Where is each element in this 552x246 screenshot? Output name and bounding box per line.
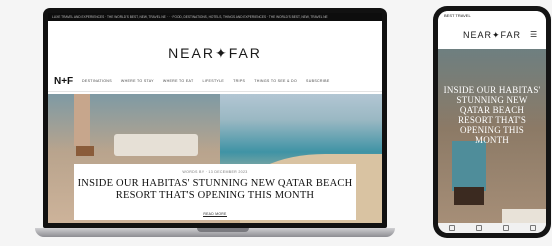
monogram-logo[interactable]: N+F — [54, 76, 82, 87]
nav-item-destinations[interactable]: DESTINATIONS — [82, 79, 112, 83]
phone-mockup: BEST TRAVEL NEAR✦FAR ☰ INSIDE OUR HABITA… — [433, 6, 551, 238]
article-card[interactable]: WORDS BY · 13 DECEMBER 2023 INSIDE OUR H… — [74, 164, 356, 220]
article-title-line-2: RESORT THAT'S OPENING THIS MONTH — [115, 190, 315, 201]
phone-tab-icon-3[interactable] — [502, 225, 509, 231]
phone-tab-icon-2[interactable] — [475, 225, 482, 231]
phone-site-logo[interactable]: NEAR✦FAR — [463, 30, 521, 41]
phone-status-bar: BEST TRAVEL — [438, 11, 546, 21]
nav-item-where-to-stay[interactable]: WHERE TO STAY — [121, 79, 154, 83]
phone-hero-image[interactable]: INSIDE OUR HABITAS' STUNNING NEW QATAR B… — [438, 49, 546, 227]
phone-screen: BEST TRAVEL NEAR✦FAR ☰ INSIDE OUR HABITA… — [438, 11, 546, 233]
phone-bottom-bar — [438, 223, 546, 233]
laptop-notch — [197, 228, 249, 232]
nav-item-subscribe[interactable]: SUBSCRIBE — [306, 79, 329, 83]
nav-item-where-to-eat[interactable]: WHERE TO EAT — [163, 79, 194, 83]
hamburger-menu-icon[interactable]: ☰ — [530, 31, 540, 39]
phone-tab-icon-4[interactable] — [529, 225, 536, 231]
phone-header: NEAR✦FAR ☰ — [438, 21, 546, 49]
phone-hero-chair — [454, 187, 484, 205]
phone-hero-window — [452, 141, 486, 191]
laptop-screen: LUXE TRAVEL AND EXPERIENCES · THE WORLD'… — [48, 13, 382, 223]
ticker-bar: LUXE TRAVEL AND EXPERIENCES · THE WORLD'… — [48, 13, 382, 21]
article-title-line-1: INSIDE OUR HABITAS' STUNNING NEW QATAR B… — [77, 178, 353, 189]
room-pillar — [74, 94, 90, 146]
site-logo[interactable]: NEAR✦FAR — [48, 45, 382, 65]
room-table — [76, 146, 94, 156]
laptop-mockup: LUXE TRAVEL AND EXPERIENCES · THE WORLD'… — [35, 8, 395, 237]
nav-item-things-to-see[interactable]: THINGS TO SEE & DO — [254, 79, 297, 83]
laptop-bezel: LUXE TRAVEL AND EXPERIENCES · THE WORLD'… — [43, 8, 387, 228]
read-more-link[interactable]: READ MORE — [203, 212, 227, 217]
main-nav: N+F DESTINATIONS WHERE TO STAY WHERE TO … — [48, 71, 382, 92]
nav-item-lifestyle[interactable]: LIFESTYLE — [202, 79, 224, 83]
nav-items: DESTINATIONS WHERE TO STAY WHERE TO EAT … — [82, 79, 330, 83]
nav-item-trips[interactable]: TRIPS — [233, 79, 245, 83]
phone-tab-icon-1[interactable] — [448, 225, 455, 231]
phone-article-title[interactable]: INSIDE OUR HABITAS' STUNNING NEW QATAR B… — [442, 85, 542, 145]
hero-image[interactable]: WORDS BY · 13 DECEMBER 2023 INSIDE OUR H… — [48, 94, 382, 223]
article-meta: WORDS BY · 13 DECEMBER 2023 — [182, 170, 248, 174]
room-daybed — [114, 134, 198, 156]
article-title[interactable]: INSIDE OUR HABITAS' STUNNING NEW QATAR B… — [74, 178, 356, 202]
